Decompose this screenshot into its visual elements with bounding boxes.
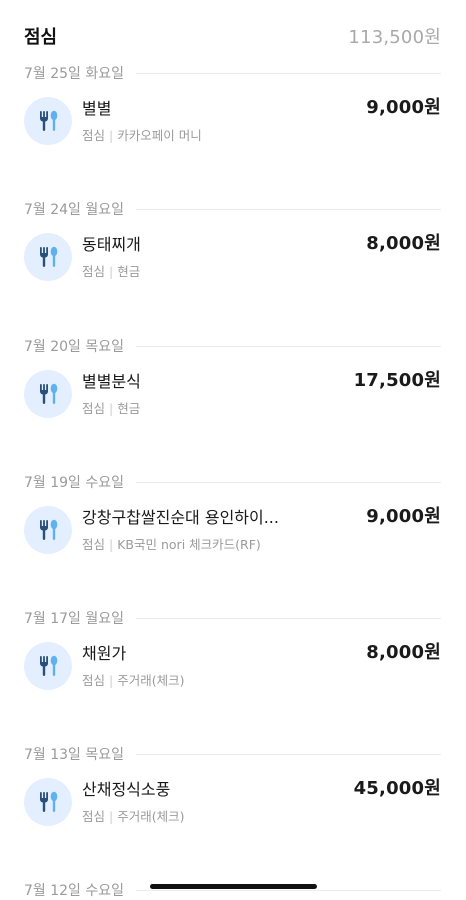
separator: |	[109, 401, 114, 416]
fork-spoon-icon	[24, 97, 72, 145]
transaction-amount: 45,000원	[353, 778, 441, 799]
payment-method: KB국민 nori 체크카드(RF)	[117, 537, 261, 552]
transaction-item[interactable]: 별별분식 점심 | 현금 17,500원	[24, 368, 441, 418]
category-header: 점심 113,500원	[24, 22, 441, 50]
merchant-name: 산채정식소풍	[82, 780, 171, 799]
date-label: 7월 12일 수요일	[24, 883, 125, 899]
transaction-detail: 점심 | 현금	[82, 398, 140, 417]
date-label: 7월 24일 월요일	[24, 202, 125, 218]
payment-method: 주거래(체크)	[117, 809, 185, 824]
category-label: 점심	[82, 264, 106, 279]
date-divider	[136, 481, 441, 483]
category-label: 점심	[82, 128, 106, 143]
transaction-item[interactable]: 채원가 점심 | 주거래(체크) 8,000원	[24, 640, 441, 690]
date-divider	[136, 617, 441, 619]
transaction-detail: 점심 | KB국민 nori 체크카드(RF)	[82, 534, 261, 553]
merchant-name: 채원가	[82, 644, 127, 663]
date-divider	[136, 72, 441, 74]
date-header: 7월 25일 화요일	[24, 63, 441, 83]
category-title: 점심	[24, 27, 58, 48]
home-indicator[interactable]	[150, 884, 317, 889]
transaction-detail: 점심 | 주거래(체크)	[82, 806, 185, 825]
fork-spoon-icon	[24, 370, 72, 418]
transaction-detail: 점심 | 카카오페이 머니	[82, 125, 202, 144]
date-header: 7월 13일 목요일	[24, 744, 441, 764]
separator: |	[109, 264, 114, 279]
date-divider	[136, 208, 441, 210]
transaction-item[interactable]: 동태찌개 점심 | 현금 8,000원	[24, 231, 441, 281]
transaction-list-screen: 점심 113,500원 7월 25일 화요일 별별 점심|카카오페이 머니	[0, 0, 466, 900]
date-divider	[136, 889, 441, 891]
date-divider	[136, 345, 441, 347]
date-header: 7월 17일 월요일	[24, 608, 441, 628]
category-label: 점심	[82, 673, 106, 688]
date-header: 7월 19일 수요일	[24, 472, 441, 492]
transaction-item[interactable]: 별별 점심 | 카카오페이 머니 9,000원	[24, 95, 441, 145]
transaction-item[interactable]: 강창구찹쌀진순대 용인하이... 점심 | KB국민 nori 체크카드(RF) 9…	[24, 504, 441, 554]
payment-method: 주거래(체크)	[117, 673, 185, 688]
category-total: 113,500원	[348, 27, 441, 48]
separator: |	[109, 809, 114, 824]
fork-spoon-icon	[24, 506, 72, 554]
transaction-amount: 9,000원	[366, 97, 441, 118]
separator: |	[109, 128, 114, 143]
payment-method: 카카오페이 머니	[117, 128, 202, 143]
merchant-name: 동태찌개	[82, 235, 141, 254]
transaction-amount: 9,000원	[366, 506, 441, 527]
date-label: 7월 19일 수요일	[24, 475, 125, 491]
transaction-detail: 점심 | 현금	[82, 261, 140, 280]
category-label: 점심	[82, 401, 106, 416]
fork-spoon-icon	[24, 778, 72, 826]
date-divider	[136, 753, 441, 755]
date-header: 7월 20일 목요일	[24, 336, 441, 356]
category-label: 점심	[82, 809, 106, 824]
transaction-detail: 점심 | 주거래(체크)	[82, 670, 185, 689]
transaction-item[interactable]: 산채정식소풍 점심 | 주거래(체크) 45,000원	[24, 776, 441, 826]
date-label: 7월 25일 화요일	[24, 66, 125, 82]
date-header: 7월 12일 수요일	[24, 880, 441, 900]
date-label: 7월 20일 목요일	[24, 339, 125, 355]
date-label: 7월 13일 목요일	[24, 747, 125, 763]
merchant-name: 강창구찹쌀진순대 용인하이...	[82, 508, 279, 527]
fork-spoon-icon	[24, 642, 72, 690]
payment-method: 현금	[117, 264, 141, 279]
transaction-amount: 8,000원	[366, 233, 441, 254]
separator: |	[109, 537, 114, 552]
payment-method: 현금	[117, 401, 141, 416]
category-label: 점심	[82, 537, 106, 552]
merchant-name: 별별분식	[82, 372, 141, 391]
merchant-name: 별별	[82, 99, 112, 118]
fork-spoon-icon	[24, 233, 72, 281]
date-header: 7월 24일 월요일	[24, 199, 441, 219]
transaction-amount: 8,000원	[366, 642, 441, 663]
date-label: 7월 17일 월요일	[24, 611, 125, 627]
transaction-amount: 17,500원	[353, 370, 441, 391]
separator: |	[109, 673, 114, 688]
